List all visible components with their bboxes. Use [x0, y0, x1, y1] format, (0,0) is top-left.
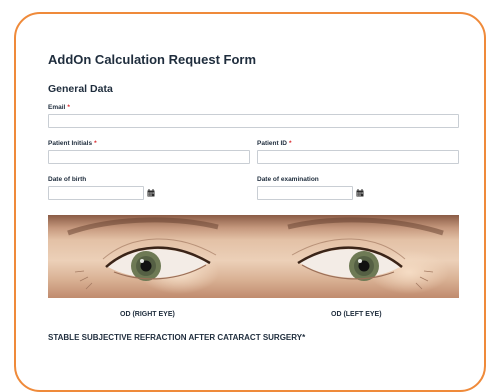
required-marker: *	[67, 104, 70, 111]
left-eye-label: OD (LEFT EYE)	[331, 311, 382, 318]
patient-id-label: Patient ID *	[257, 140, 292, 147]
calendar-icon[interactable]	[147, 189, 155, 197]
email-label-text: Email	[48, 104, 66, 111]
right-eye	[74, 238, 217, 290]
patient-initials-label-text: Patient Initials	[48, 140, 93, 147]
email-field[interactable]	[48, 114, 459, 128]
calendar-icon[interactable]	[356, 189, 364, 197]
date-of-birth-field[interactable]	[48, 186, 144, 200]
patient-initials-label: Patient Initials *	[48, 140, 97, 147]
patient-initials-field[interactable]	[48, 150, 250, 164]
date-of-birth-label: Date of birth	[48, 176, 87, 183]
date-of-examination-label: Date of examination	[257, 176, 319, 183]
required-marker: *	[94, 140, 97, 147]
form-title: AddOn Calculation Request Form	[48, 52, 257, 67]
left-eye	[291, 238, 434, 290]
right-eye-label: OD (RIGHT EYE)	[120, 311, 175, 318]
email-label: Email *	[48, 104, 70, 111]
section-title-general-data: General Data	[48, 83, 113, 95]
required-marker: *	[288, 140, 292, 147]
date-of-examination-field[interactable]	[257, 186, 353, 200]
patient-id-label-text: Patient ID	[257, 140, 287, 147]
patient-id-field[interactable]	[257, 150, 459, 164]
refraction-heading: STABLE SUBJECTIVE REFRACTION AFTER CATAR…	[48, 333, 306, 342]
eyes-photo	[48, 215, 459, 298]
